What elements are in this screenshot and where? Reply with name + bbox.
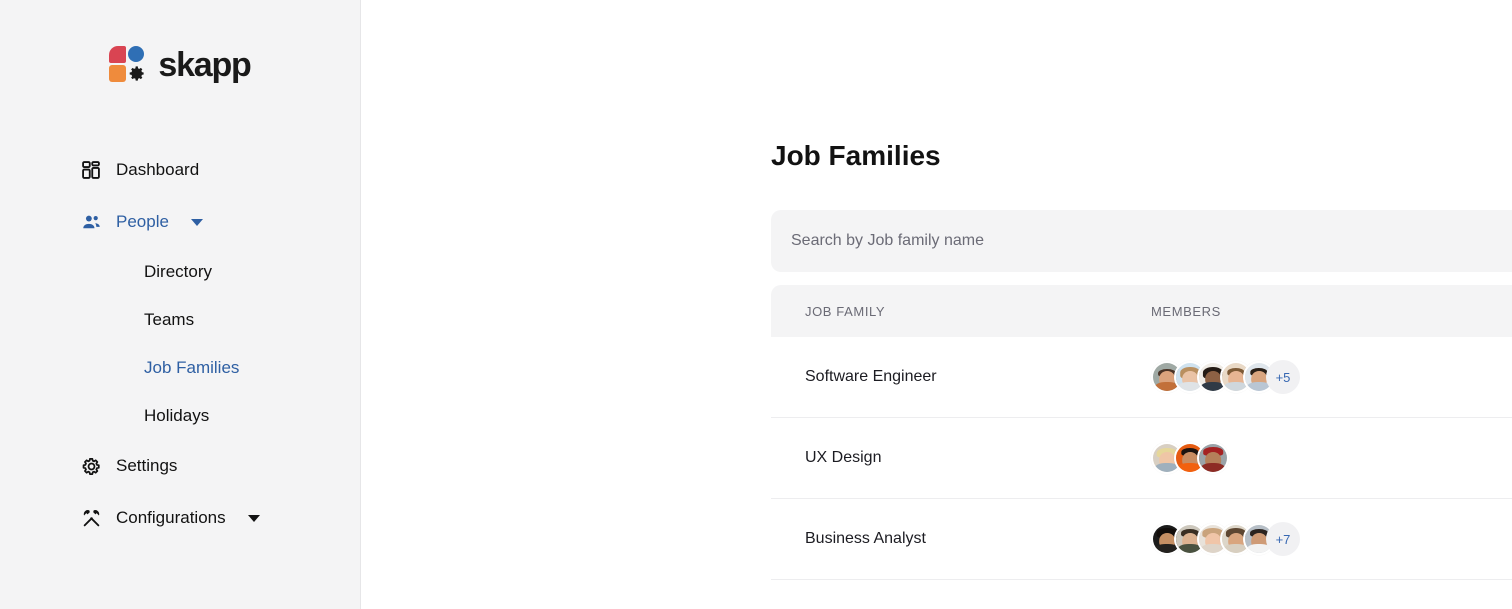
sidebar-item-label: Dashboard [116, 160, 199, 180]
page-header: Job Families Add job family + [771, 128, 1512, 184]
cell-job-family: Business Analyst [771, 530, 1151, 548]
sidebar-subitem-label: Directory [144, 262, 212, 282]
avatar-group[interactable]: +5 [1151, 360, 1512, 394]
column-header-members: MEMBERS [1151, 304, 1512, 319]
sidebar-item-configurations[interactable]: Configurations [0, 492, 360, 544]
logo-container: skapp [0, 0, 360, 130]
sidebar-subitem-label: Teams [144, 310, 194, 330]
page-title: Job Families [771, 140, 941, 172]
chevron-down-icon[interactable] [248, 515, 260, 522]
sidebar-item-label: People [116, 212, 169, 232]
member-overflow-count[interactable]: +7 [1266, 522, 1300, 556]
job-families-table: JOB FAMILY MEMBERS ACTIONS Software Engi… [771, 285, 1512, 580]
sidebar-item-label: Configurations [116, 508, 226, 528]
table-row[interactable]: Business Analyst +7 [771, 499, 1512, 580]
search-bar[interactable] [771, 210, 1512, 272]
sidebar-item-job-families[interactable]: Job Families [0, 344, 360, 392]
cell-members: +5 [1151, 360, 1512, 394]
gear-icon [80, 455, 102, 477]
column-header-job-family: JOB FAMILY [771, 304, 1151, 319]
people-icon [80, 211, 102, 233]
logo-orange-square-icon [109, 65, 126, 82]
logo-gear-icon [127, 64, 146, 83]
sidebar-item-dashboard[interactable]: Dashboard [0, 144, 360, 196]
sidebar-item-teams[interactable]: Teams [0, 296, 360, 344]
sidebar-nav: Dashboard People Directory Team [0, 130, 360, 544]
chevron-down-icon[interactable] [191, 219, 203, 226]
sidebar-item-label: Settings [116, 456, 177, 476]
sidebar: skapp Dashboard [0, 0, 361, 609]
member-avatar [1197, 442, 1229, 474]
sidebar-item-people[interactable]: People [0, 196, 360, 248]
tools-icon [80, 507, 102, 529]
sidebar-subitem-label: Job Families [144, 358, 239, 378]
sidebar-subitem-label: Holidays [144, 406, 209, 426]
table-row[interactable]: Software Engineer +5 [771, 337, 1512, 418]
skapp-logo-mark [109, 46, 149, 84]
app-root: skapp Dashboard [0, 0, 1512, 609]
top-bar: John Doe UX Designer [361, 0, 1512, 128]
cell-job-family: UX Design [771, 449, 1151, 467]
sidebar-item-directory[interactable]: Directory [0, 248, 360, 296]
member-overflow-count[interactable]: +5 [1266, 360, 1300, 394]
table-row[interactable]: UX Design [771, 418, 1512, 499]
cell-job-family: Software Engineer [771, 368, 1151, 386]
brand-name: skapp [158, 48, 250, 82]
logo-red-shape-icon [109, 46, 126, 63]
avatar-group[interactable]: +7 [1151, 522, 1512, 556]
dashboard-icon [80, 159, 102, 181]
main-content: John Doe UX Designer Job Families Add jo… [361, 0, 1512, 609]
page-content: Job Families Add job family + JOB [361, 128, 1512, 580]
table-header-row: JOB FAMILY MEMBERS ACTIONS [771, 285, 1512, 337]
sidebar-item-settings[interactable]: Settings [0, 440, 360, 492]
cell-members [1151, 442, 1512, 474]
brand-logo[interactable]: skapp [109, 46, 250, 84]
avatar-group[interactable] [1151, 442, 1512, 474]
logo-blue-circle-icon [128, 46, 144, 62]
search-input[interactable] [791, 210, 1512, 272]
cell-members: +7 [1151, 522, 1512, 556]
sidebar-item-holidays[interactable]: Holidays [0, 392, 360, 440]
